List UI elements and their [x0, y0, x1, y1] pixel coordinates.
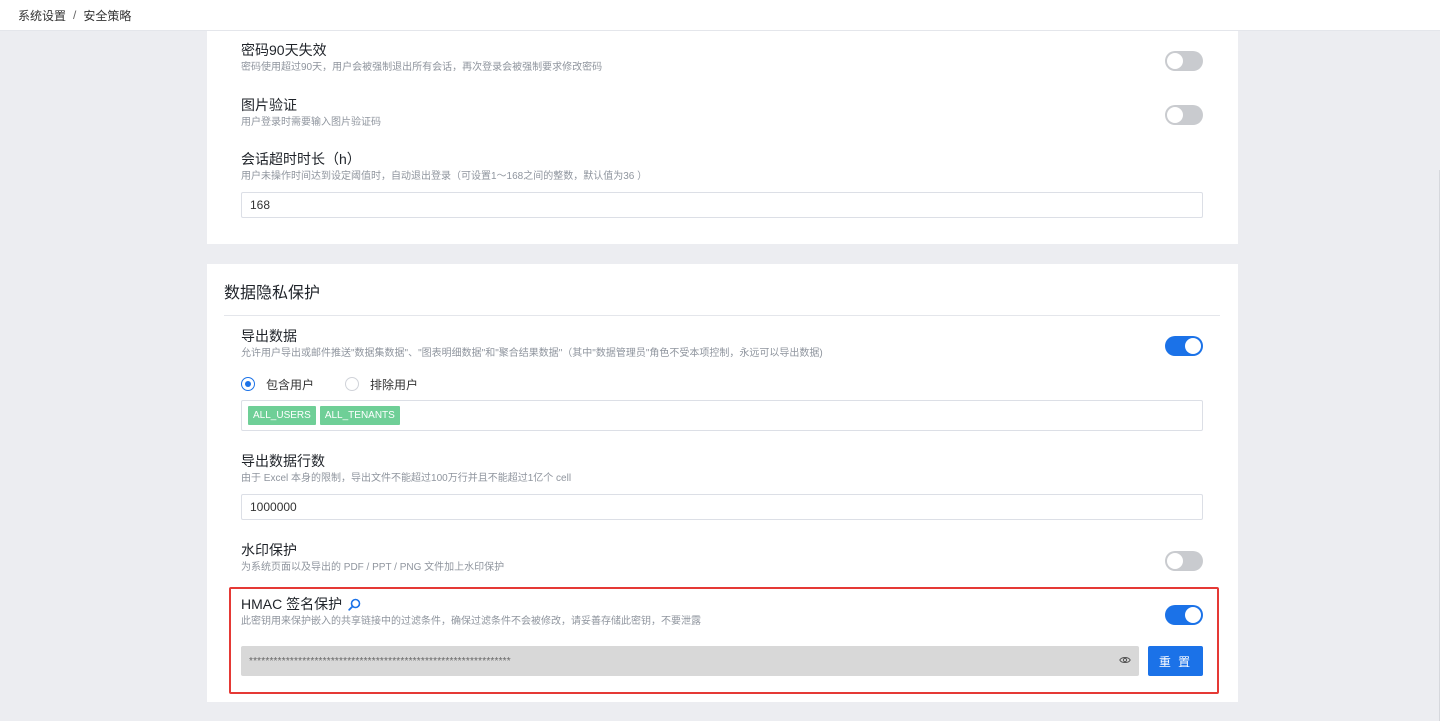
export-rows-input[interactable]: 1000000 [241, 494, 1203, 520]
radio-include-users[interactable]: 包含用户 [241, 376, 314, 393]
watermark-title: 水印保护 [241, 542, 297, 558]
eye-icon[interactable] [1119, 655, 1131, 668]
captcha-toggle[interactable] [1165, 105, 1203, 125]
session-timeout-setting: 会话超时时长（h） 用户未操作时间达到设定阈值时，自动退出登录（可设置1～168… [241, 150, 647, 184]
export-rows-desc: 由于 Excel 本身的限制，导出文件不能超过100万行并且不能超过1亿个 ce… [241, 473, 572, 484]
user-tag[interactable]: ALL_TENANTS [319, 406, 400, 425]
watermark-desc: 为系统页面以及导出的 PDF / PPT / PNG 文件加上水印保护 [241, 562, 505, 573]
hmac-toggle[interactable] [1165, 605, 1203, 625]
session-timeout-title: 会话超时时长（h） [241, 151, 361, 167]
captcha-title: 图片验证 [241, 97, 297, 113]
export-data-title: 导出数据 [241, 328, 297, 344]
export-rows-setting: 导出数据行数 由于 Excel 本身的限制，导出文件不能超过100万行并且不能超… [241, 452, 571, 486]
password-expiry-toggle[interactable] [1165, 51, 1203, 71]
hmac-secret-value: ****************************************… [249, 655, 511, 667]
radio-exclude-label: 排除用户 [370, 377, 419, 392]
toggle-knob [1185, 338, 1201, 354]
session-timeout-value: 168 [250, 198, 271, 212]
hmac-setting: HMAC 签名保护 此密钥用来保护嵌入的共享链接中的过滤条件，确保过滤条件不会被… [241, 595, 701, 629]
radio-unchecked-icon [345, 377, 360, 391]
user-tag-input[interactable]: ALL_USERS ALL_TENANTS [241, 400, 1203, 431]
breadcrumb-current: 安全策略 [83, 8, 132, 23]
section-divider [224, 315, 1220, 316]
password-expiry-title: 密码90天失效 [241, 42, 327, 58]
toggle-knob [1167, 553, 1183, 569]
watermark-toggle[interactable] [1165, 551, 1203, 571]
radio-exclude-users[interactable]: 排除用户 [345, 376, 418, 393]
captcha-setting: 图片验证 用户登录时需要输入图片验证码 [241, 96, 381, 130]
toggle-knob [1185, 607, 1201, 623]
reset-button[interactable]: 重 置 [1148, 646, 1203, 676]
hmac-title: HMAC 签名保护 [241, 596, 343, 612]
toggle-knob [1167, 53, 1183, 69]
session-timeout-input[interactable]: 168 [241, 192, 1203, 218]
export-data-setting: 导出数据 允许用户导出或邮件推送"数据集数据"、"图表明细数据"和"聚合结果数据… [241, 327, 823, 361]
password-expiry-setting: 密码90天失效 密码使用超过90天，用户会被强制退出所有会话，再次登录会被强制要… [241, 41, 602, 75]
export-data-desc: 允许用户导出或邮件推送"数据集数据"、"图表明细数据"和"聚合结果数据"（其中"… [241, 348, 823, 359]
hmac-title-row: HMAC 签名保护 [241, 595, 701, 613]
hmac-desc: 此密钥用来保护嵌入的共享链接中的过滤条件，确保过滤条件不会被修改，请妥善存储此密… [241, 616, 701, 627]
radio-include-label: 包含用户 [266, 377, 315, 392]
user-tag[interactable]: ALL_USERS [248, 406, 316, 425]
session-timeout-desc: 用户未操作时间达到设定阈值时，自动退出登录（可设置1～168之间的整数，默认值为… [241, 171, 648, 182]
export-rows-title: 导出数据行数 [241, 453, 325, 469]
breadcrumb-parent[interactable]: 系统设置 [18, 7, 66, 24]
watermark-setting: 水印保护 为系统页面以及导出的 PDF / PPT / PNG 文件加上水印保护 [241, 541, 504, 575]
privacy-section-title: 数据隐私保护 [224, 285, 321, 302]
password-expiry-desc: 密码使用超过90天，用户会被强制退出所有会话，再次登录会被强制要求修改密码 [241, 62, 603, 73]
hmac-secret-field[interactable]: ****************************************… [241, 646, 1139, 676]
search-icon[interactable] [348, 598, 361, 611]
captcha-desc: 用户登录时需要输入图片验证码 [241, 117, 381, 128]
export-rows-value: 1000000 [250, 500, 297, 514]
radio-checked-icon [241, 377, 255, 391]
toggle-knob [1167, 107, 1183, 123]
user-scope-radio-group: 包含用户 排除用户 [241, 376, 418, 392]
export-data-toggle[interactable] [1165, 336, 1203, 356]
breadcrumb-separator: / [73, 8, 77, 22]
breadcrumb: 系统设置 / 安全策略 [0, 0, 1440, 31]
